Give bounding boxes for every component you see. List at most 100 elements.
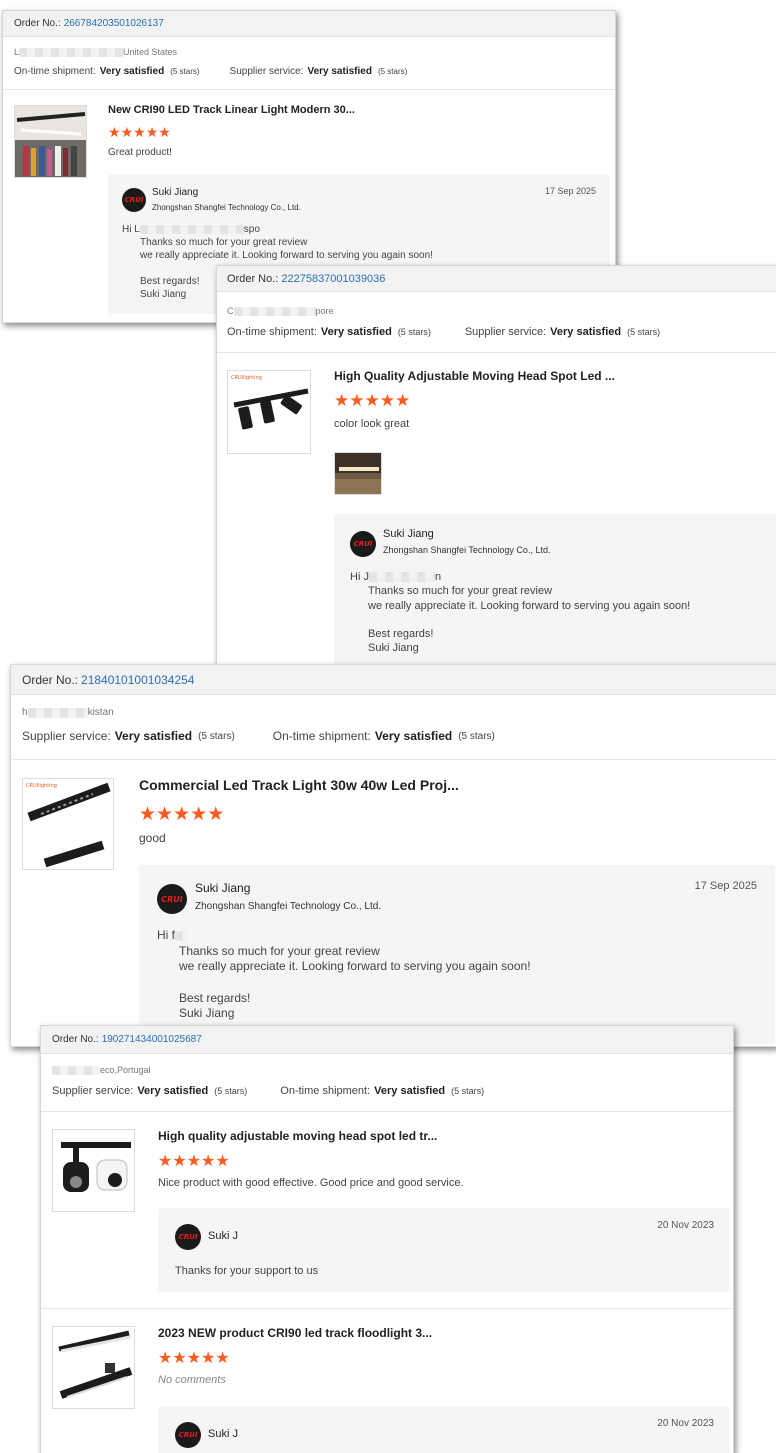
avatar-logo: CRUI: [124, 196, 144, 204]
sat-value: Very satisfied: [550, 326, 622, 338]
product-image[interactable]: CRUIlighting: [22, 778, 114, 870]
location-text: kistan: [87, 707, 114, 718]
product-title-link[interactable]: New CRI90 LED Track Linear Light Modern …: [108, 104, 355, 116]
sat-value: Very satisfied: [137, 1085, 209, 1097]
review-card-4: Order No.: 190271434001025687 eco,Portug…: [40, 1025, 734, 1453]
satisfaction-row: Supplier service: Very satisfied (5 star…: [52, 1085, 484, 1097]
reply-greeting: Hi f: [157, 928, 531, 944]
review-card-2: Order No.: 22275837001039036 C pore On-t…: [216, 265, 776, 669]
masked-name: [52, 1065, 100, 1075]
reply-text: Hi f Thanks so much for your great revie…: [157, 928, 531, 1022]
star-icon: ★: [395, 391, 411, 410]
product-image[interactable]: CRUIlighting: [227, 370, 311, 454]
reply-line: Thanks so much for your great review: [140, 237, 308, 248]
reply-line: Thanks so much for your great review: [179, 943, 380, 958]
sat-stars: (5 stars): [198, 730, 235, 742]
product-title-link[interactable]: 2023 NEW product CRI90 led track floodli…: [158, 1326, 432, 1340]
order-number-link[interactable]: 22275837001039036: [281, 273, 385, 285]
order-label: Order No.:: [227, 272, 279, 285]
reply-line: [157, 975, 531, 991]
product-image[interactable]: [52, 1326, 135, 1409]
sat-key: On-time shipment:: [227, 326, 317, 338]
avatar-logo: CRUI: [161, 894, 183, 904]
replier-name: Suki Jiang: [152, 187, 199, 198]
reply-date: 20 Nov 2023: [657, 1418, 714, 1429]
review-comment: good: [139, 831, 166, 845]
sat-stars: (5 stars): [451, 1086, 485, 1096]
review-comment: Great product!: [108, 147, 172, 158]
sat-value: Very satisfied: [99, 66, 165, 77]
sat-key: Supplier service:: [229, 66, 304, 77]
order-bar: Order No.: 190271434001025687: [41, 1026, 733, 1054]
reply-greeting: Hi Lspo: [122, 224, 260, 235]
star-icon: ★: [158, 1153, 173, 1170]
star-icon: ★: [190, 804, 208, 825]
order-bar: Order No.: 266784203501026137: [3, 11, 615, 37]
masked-name: [19, 47, 124, 57]
reply-text: Hi Jn Thanks so much for your great revi…: [350, 570, 690, 655]
sat-key: On-time shipment:: [272, 729, 371, 743]
satisfaction-row: On-time shipment: Very satisfied (5 star…: [14, 66, 407, 77]
product-image[interactable]: [14, 105, 87, 178]
star-icon: ★: [139, 804, 157, 825]
masked-name: [27, 707, 88, 718]
order-number-link[interactable]: 266784203501026137: [64, 18, 164, 29]
supplier-avatar: CRUI: [122, 188, 146, 212]
replier-company: Zhongshan Shangfei Technology Co., Ltd.: [152, 203, 301, 212]
sat-value: Very satisfied: [374, 1085, 446, 1097]
supplier-avatar: CRUI: [175, 1422, 201, 1448]
review-comment: color look great: [334, 418, 410, 430]
rating-stars: ★ ★ ★ ★ ★: [334, 391, 410, 411]
sat-value: Very satisfied: [320, 326, 392, 338]
sat-stars: (5 stars): [214, 1086, 248, 1096]
replier-company: Zhongshan Shangfei Technology Co., Ltd.: [195, 901, 382, 912]
order-bar: Order No.: 22275837001039036: [217, 266, 776, 292]
reply-text: Thanks for your support to us: [175, 1265, 319, 1277]
reply-regards: Best regards!: [368, 627, 434, 640]
satisfaction-row: On-time shipment: Very satisfied (5 star…: [227, 326, 660, 338]
sat-stars: (5 stars): [458, 730, 495, 742]
buyer-location: eco,Portugal: [52, 1065, 151, 1075]
buyer-location: h kistan: [22, 707, 114, 718]
svg-text:CRUIlighting: CRUIlighting: [231, 375, 262, 381]
star-icon: ★: [172, 1350, 187, 1367]
reply-date: 17 Sep 2025: [694, 880, 757, 892]
svg-text:CRUIlighting: CRUIlighting: [26, 783, 57, 789]
star-icon: ★: [133, 124, 146, 140]
location-text: United States: [123, 47, 178, 57]
rating-stars: ★ ★ ★ ★ ★: [108, 124, 171, 141]
replier-name: Suki J: [208, 1428, 238, 1440]
no-comments-text: No comments: [158, 1374, 226, 1386]
reply-greeting: Hi Jn: [350, 571, 442, 583]
replier-name: Suki Jiang: [195, 881, 251, 895]
order-number-link[interactable]: 21840101001034254: [81, 673, 194, 687]
reply-regards: Best regards!: [179, 990, 251, 1005]
supplier-reply: CRUI Suki Jiang Zhongshan Shangfei Techn…: [139, 865, 775, 1045]
replier-company: Zhongshan Shangfei Technology Co., Ltd.: [383, 545, 551, 555]
avatar-logo: CRUI: [178, 1431, 198, 1439]
star-icon: ★: [349, 391, 365, 410]
reply-date: 17 Sep 2025: [544, 186, 596, 196]
supplier-avatar: CRUI: [175, 1224, 201, 1250]
reply-date: 20 Nov 2023: [657, 1220, 714, 1231]
product-title-link[interactable]: Commercial Led Track Light 30w 40w Led P…: [139, 777, 459, 793]
rating-stars: ★ ★ ★ ★ ★: [158, 1151, 230, 1171]
order-number-link[interactable]: 190271434001025687: [102, 1034, 202, 1045]
sat-value: Very satisfied: [114, 729, 193, 743]
star-icon: ★: [379, 391, 395, 410]
sat-value: Very satisfied: [307, 66, 372, 77]
star-icon: ★: [145, 124, 159, 140]
buyer-location: C pore: [227, 306, 334, 316]
product-image[interactable]: [52, 1129, 135, 1212]
product-title-link[interactable]: High Quality Adjustable Moving Head Spot…: [334, 369, 615, 383]
supplier-avatar: CRUI: [350, 531, 376, 557]
location-prefix: C: [227, 306, 234, 316]
sat-key: On-time shipment:: [280, 1085, 371, 1097]
product-title-link[interactable]: High quality adjustable moving head spot…: [158, 1129, 437, 1143]
sat-key: Supplier service:: [52, 1085, 134, 1097]
reply-line: we really appreciate it. Looking forward…: [368, 599, 691, 612]
review-photo-thumbnail[interactable]: [334, 452, 382, 495]
review-card-3: Order No.: 21840101001034254 h kistan Su…: [10, 664, 776, 1047]
star-icon: ★: [215, 1350, 230, 1367]
star-icon: ★: [172, 1153, 187, 1170]
